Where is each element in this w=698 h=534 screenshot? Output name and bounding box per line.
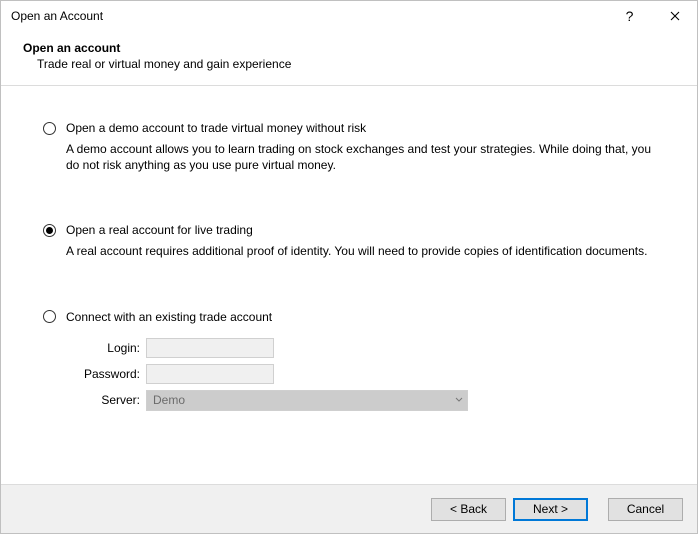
window-title: Open an Account (11, 9, 607, 23)
wizard-header: Open an account Trade real or virtual mo… (1, 31, 697, 85)
page-heading: Open an account (23, 41, 683, 55)
close-button[interactable] (652, 1, 697, 31)
option-real: Open a real account for live trading A r… (43, 223, 667, 259)
option-demo: Open a demo account to trade virtual mon… (43, 121, 667, 173)
option-real-title[interactable]: Open a real account for live trading (66, 223, 253, 237)
option-existing: Connect with an existing trade account L… (43, 310, 667, 411)
option-demo-desc: A demo account allows you to learn tradi… (66, 141, 666, 173)
radio-demo[interactable] (43, 122, 56, 135)
existing-form: Login: Password: Server: Demo (66, 338, 667, 411)
radio-existing[interactable] (43, 310, 56, 323)
wizard-footer: < Back Next > Cancel (1, 484, 697, 533)
cancel-button[interactable]: Cancel (608, 498, 683, 521)
server-select[interactable]: Demo (146, 390, 468, 411)
radio-real[interactable] (43, 224, 56, 237)
option-real-desc: A real account requires additional proof… (66, 243, 666, 259)
password-label: Password: (66, 367, 146, 381)
login-input[interactable] (146, 338, 274, 358)
page-subheading: Trade real or virtual money and gain exp… (37, 57, 683, 71)
option-existing-title[interactable]: Connect with an existing trade account (66, 310, 272, 324)
back-button[interactable]: < Back (431, 498, 506, 521)
content-area: Open a demo account to trade virtual mon… (1, 87, 697, 431)
login-label: Login: (66, 341, 146, 355)
titlebar: Open an Account ? (1, 1, 697, 31)
option-demo-title[interactable]: Open a demo account to trade virtual mon… (66, 121, 366, 135)
help-button[interactable]: ? (607, 1, 652, 31)
close-icon (670, 11, 680, 21)
chevron-down-icon (455, 395, 463, 406)
next-button[interactable]: Next > (513, 498, 588, 521)
password-input[interactable] (146, 364, 274, 384)
server-select-value: Demo (153, 393, 185, 407)
server-label: Server: (66, 393, 146, 407)
